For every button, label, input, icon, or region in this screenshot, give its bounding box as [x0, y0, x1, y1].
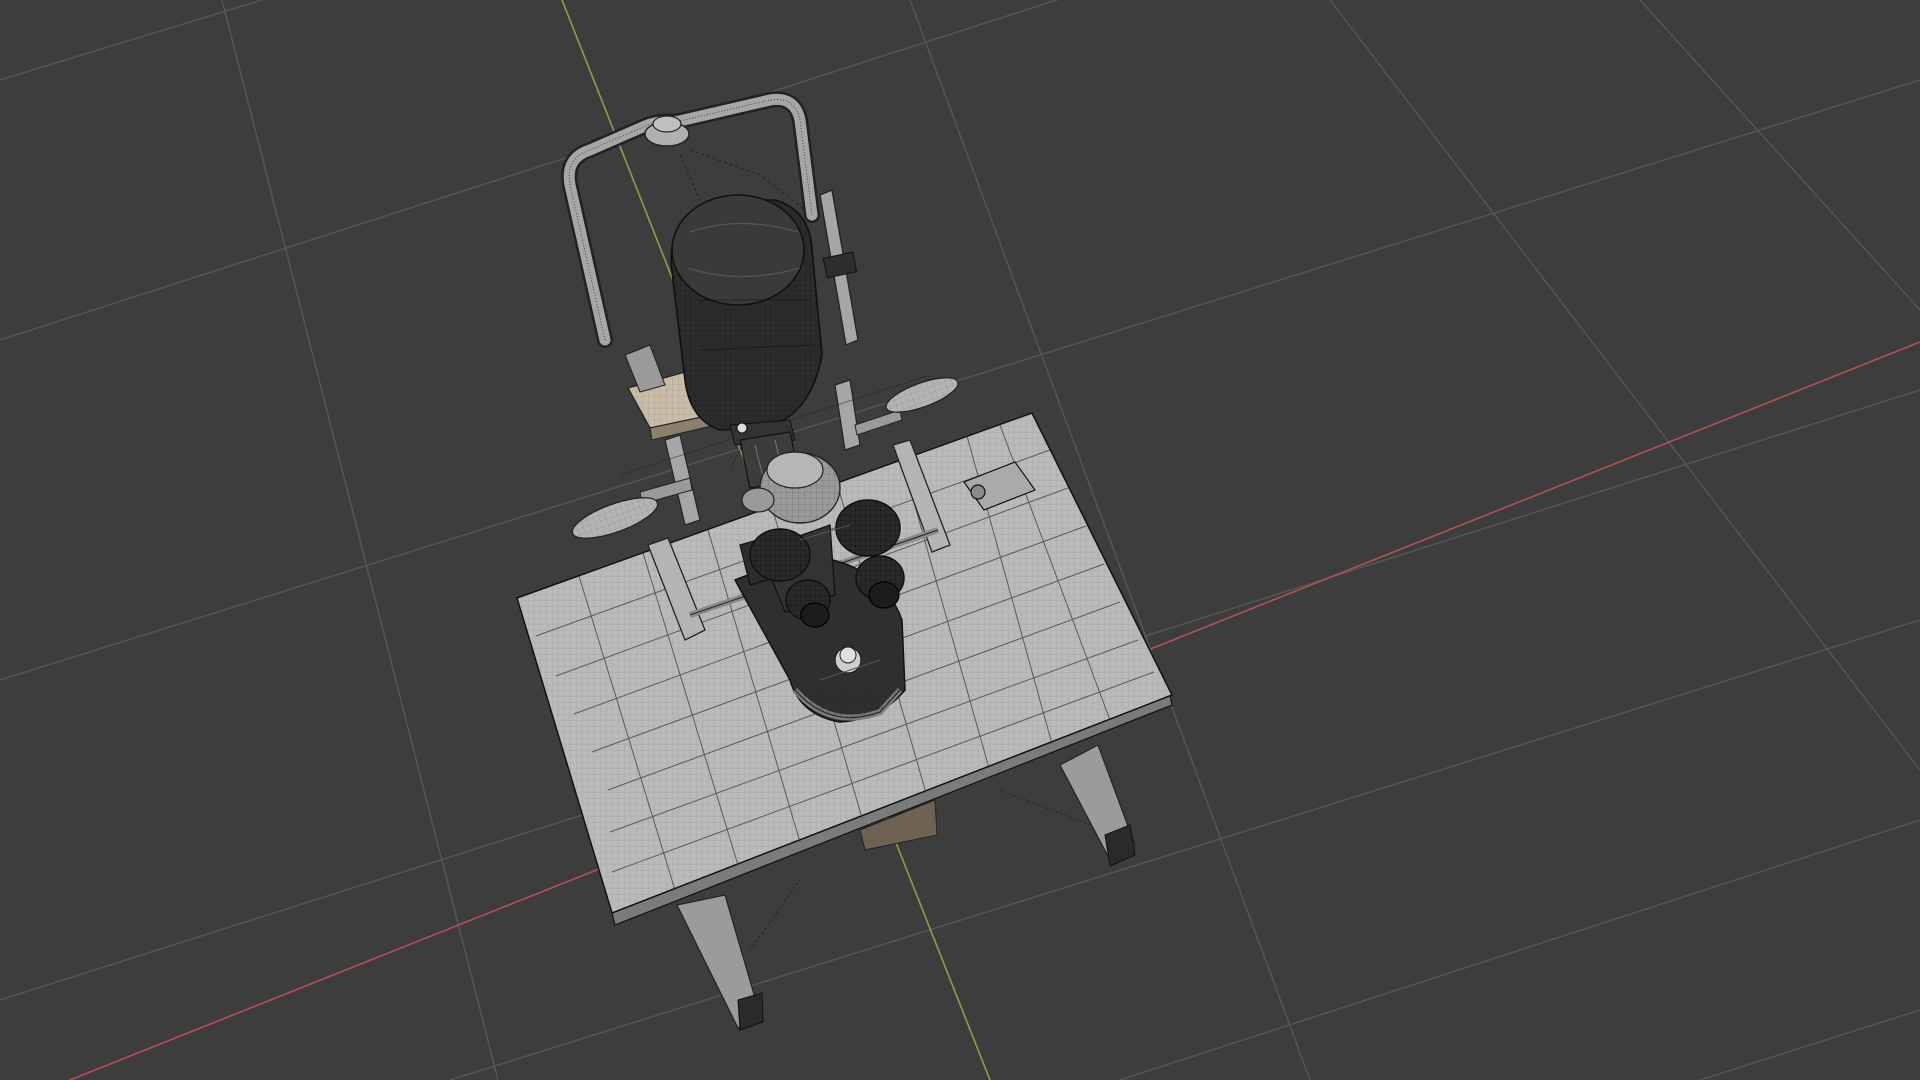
knob	[736, 422, 748, 434]
light-housing	[670, 194, 823, 446]
3d-viewport[interactable]	[0, 0, 1920, 1080]
viewport-canvas[interactable]	[0, 0, 1920, 1080]
